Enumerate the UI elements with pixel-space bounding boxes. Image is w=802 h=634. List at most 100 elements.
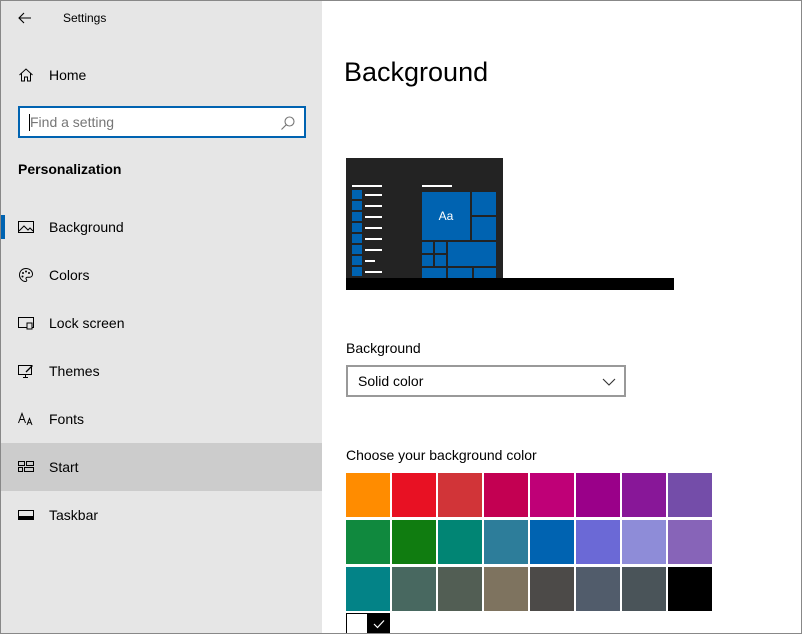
color-swatch[interactable] (622, 520, 666, 564)
color-swatch[interactable] (484, 473, 528, 517)
preview-tile (435, 242, 446, 253)
sidebar-item-label: Colors (49, 267, 90, 283)
preview-desktop: Aa (346, 158, 503, 278)
preview-line (365, 227, 382, 229)
preview-tile (422, 242, 433, 253)
preview-line (422, 185, 452, 187)
color-label: Choose your background color (346, 447, 537, 463)
sidebar-item-label: Lock screen (49, 315, 125, 331)
text-caret (29, 114, 30, 131)
preview-tile (474, 268, 496, 278)
preview-tile (448, 242, 496, 266)
color-swatch[interactable] (622, 567, 666, 611)
section-title: Personalization (18, 161, 122, 177)
preview-tile (422, 255, 433, 266)
search-input[interactable] (30, 113, 270, 131)
page-title: Background (344, 57, 489, 87)
back-arrow-icon (18, 12, 31, 24)
preview-large-tile: Aa (422, 192, 470, 240)
app-title: Settings (63, 11, 107, 25)
titlebar: Settings (1, 1, 322, 35)
background-dropdown-value: Solid color (358, 373, 424, 389)
sidebar-item-start[interactable]: Start (1, 443, 322, 491)
preview-tile (472, 192, 496, 215)
color-swatch[interactable] (530, 473, 574, 517)
color-swatch[interactable] (576, 567, 620, 611)
sidebar-item-home[interactable]: Home (1, 59, 322, 91)
color-swatch[interactable] (484, 520, 528, 564)
sidebar-item-fonts[interactable]: Fonts (1, 395, 322, 443)
themes-icon (17, 362, 35, 380)
sidebar-item-label: Background (49, 219, 124, 235)
preview-tile (352, 234, 362, 243)
preview-tile (448, 268, 472, 278)
color-swatch[interactable] (668, 567, 712, 611)
color-swatch[interactable] (438, 567, 482, 611)
color-swatch[interactable] (346, 473, 390, 517)
sidebar-item-colors[interactable]: Colors (1, 251, 322, 299)
chevron-down-icon (602, 378, 616, 386)
color-swatch[interactable] (438, 473, 482, 517)
color-swatch[interactable] (530, 567, 574, 611)
preview-line (365, 216, 382, 218)
picture-icon (17, 218, 35, 236)
search-box[interactable] (18, 106, 306, 138)
color-swatch[interactable] (622, 473, 666, 517)
fonts-icon (17, 410, 35, 428)
desktop-preview: Aa (346, 158, 674, 290)
preview-line (365, 194, 382, 196)
preview-tile (352, 190, 362, 199)
preview-line (365, 238, 382, 240)
color-swatch[interactable] (484, 567, 528, 611)
search-icon[interactable] (280, 115, 296, 131)
preview-tile (422, 268, 446, 278)
color-swatch[interactable] (530, 520, 574, 564)
preview-tile (472, 217, 496, 240)
preview-tile (352, 212, 362, 221)
start-icon (17, 458, 35, 476)
palette-icon (17, 266, 35, 284)
background-dropdown[interactable]: Solid color (346, 365, 626, 397)
color-swatch-custom[interactable] (368, 613, 390, 633)
color-swatch[interactable] (392, 567, 436, 611)
sidebar-item-themes[interactable]: Themes (1, 347, 322, 395)
home-icon (17, 66, 35, 84)
sidebar-item-taskbar[interactable]: Taskbar (1, 491, 322, 539)
color-swatch[interactable] (668, 520, 712, 564)
preview-line (365, 271, 382, 273)
preview-tile (352, 201, 362, 210)
main-content: Background Aa Background Solid color Cho… (322, 1, 801, 633)
preview-tile (352, 245, 362, 254)
home-label: Home (49, 67, 87, 83)
color-swatch[interactable] (438, 520, 482, 564)
sidebar-item-label: Start (49, 459, 79, 475)
lock-screen-icon (17, 314, 35, 332)
preview-line (365, 205, 382, 207)
preview-line (352, 185, 382, 187)
color-swatch-custom[interactable] (346, 613, 368, 633)
color-swatch[interactable] (392, 473, 436, 517)
preview-taskbar (346, 278, 674, 290)
sidebar-item-background[interactable]: Background (1, 203, 322, 251)
color-swatch[interactable] (346, 520, 390, 564)
preview-line (365, 249, 382, 251)
taskbar-icon (17, 506, 35, 524)
sidebar-item-label: Themes (49, 363, 100, 379)
preview-line (365, 260, 375, 262)
color-swatch[interactable] (576, 520, 620, 564)
preview-tile (435, 255, 446, 266)
color-swatch[interactable] (668, 473, 712, 517)
color-swatch[interactable] (346, 567, 390, 611)
settings-window: Settings Home Personalization Background… (0, 0, 802, 634)
background-label: Background (346, 340, 421, 356)
color-swatch[interactable] (576, 473, 620, 517)
preview-tile (352, 267, 362, 276)
sidebar-item-label: Taskbar (49, 507, 99, 523)
sidebar-item-lock-screen[interactable]: Lock screen (1, 299, 322, 347)
sidebar: Settings Home Personalization Background… (1, 1, 322, 633)
preview-tile (352, 256, 362, 265)
sidebar-item-label: Fonts (49, 411, 85, 427)
back-button[interactable] (9, 4, 41, 32)
checkmark-icon (373, 620, 385, 629)
color-swatch[interactable] (392, 520, 436, 564)
